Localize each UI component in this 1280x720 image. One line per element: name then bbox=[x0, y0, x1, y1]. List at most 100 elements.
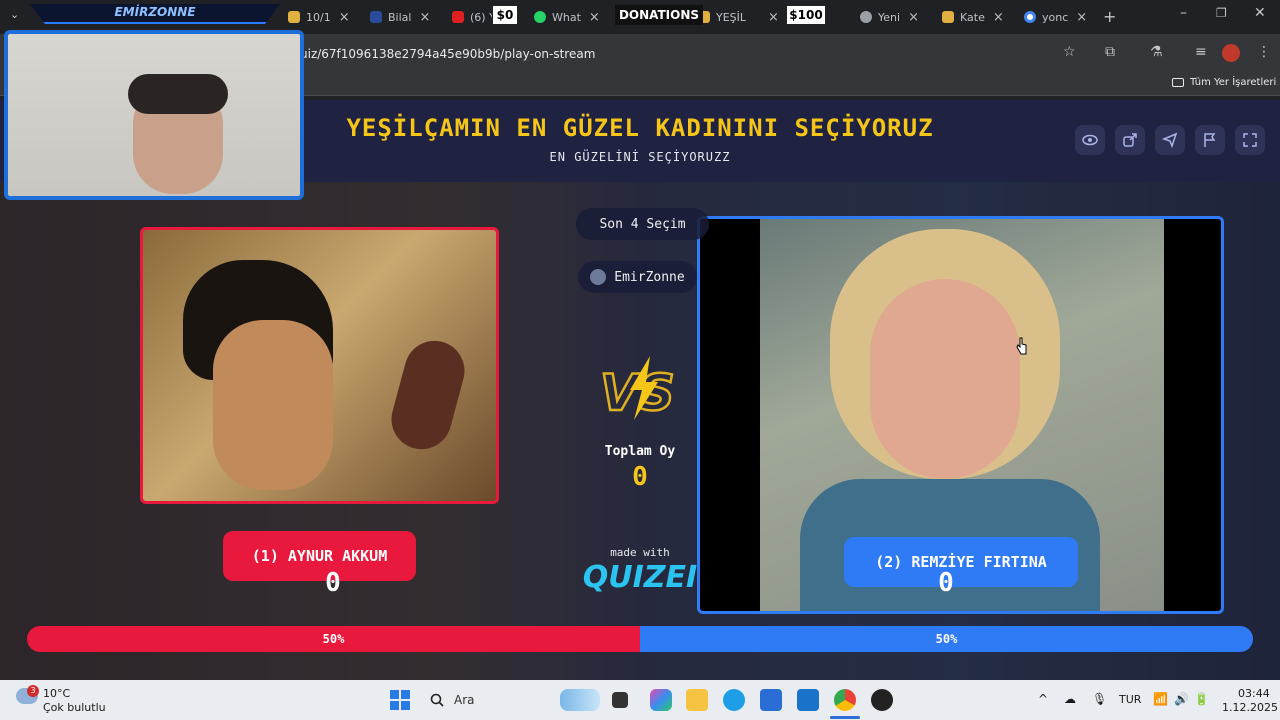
store-icon[interactable] bbox=[760, 689, 782, 711]
obs-icon[interactable] bbox=[871, 689, 893, 711]
close-tab-icon[interactable]: × bbox=[1076, 10, 1087, 25]
tab-label: What bbox=[552, 10, 581, 24]
close-tab-icon[interactable]: × bbox=[908, 10, 919, 25]
microphone-icon[interactable]: 🎙 bbox=[1092, 692, 1107, 706]
quizei-logo[interactable]: QUIZEI bbox=[580, 560, 700, 595]
user-badge[interactable]: EmirZonne bbox=[578, 261, 697, 293]
contestant-2-votes: 0 bbox=[938, 568, 954, 598]
chrome-icon[interactable] bbox=[834, 689, 856, 711]
windows-start-icon[interactable] bbox=[390, 690, 410, 710]
tab-favicon-icon bbox=[370, 11, 382, 23]
minimize-icon[interactable]: – bbox=[1180, 5, 1187, 21]
clock-date[interactable]: 1.12.2025 bbox=[1222, 701, 1278, 714]
task-view-icon[interactable] bbox=[612, 692, 628, 708]
recent-choices-badge[interactable]: Son 4 Seçim bbox=[576, 208, 709, 240]
battery-icon[interactable]: 🔋 bbox=[1194, 692, 1209, 706]
mirror-shape bbox=[384, 334, 472, 456]
folder-icon bbox=[1172, 78, 1184, 87]
report-button[interactable] bbox=[1195, 125, 1225, 155]
close-tab-icon[interactable]: × bbox=[993, 10, 1004, 25]
send-button[interactable] bbox=[1155, 125, 1185, 155]
made-with-label: made with bbox=[610, 546, 670, 559]
flag-icon bbox=[1204, 133, 1216, 147]
browser-tab[interactable]: YEŞİL × bbox=[698, 6, 779, 28]
close-tab-icon[interactable]: × bbox=[419, 10, 430, 25]
browser-tab[interactable]: Yeni × bbox=[860, 6, 919, 28]
share-icon bbox=[1123, 133, 1137, 147]
landscape-widget-icon[interactable] bbox=[560, 689, 600, 711]
clock-time[interactable]: 03:44 bbox=[1238, 687, 1270, 700]
cloud-sync-icon[interactable]: ☁ bbox=[1064, 692, 1076, 706]
volume-icon[interactable]: 🔊 bbox=[1174, 692, 1189, 706]
close-window-icon[interactable]: ✕ bbox=[1254, 5, 1266, 21]
right-percent: 50% bbox=[935, 632, 958, 646]
fullscreen-icon bbox=[1243, 133, 1257, 147]
donation-right-amount: $100 bbox=[786, 5, 826, 25]
search-placeholder: Ara bbox=[454, 693, 475, 707]
share-button[interactable] bbox=[1115, 125, 1145, 155]
total-votes-value: 0 bbox=[632, 462, 648, 492]
tray-expand-icon[interactable]: ^ bbox=[1038, 692, 1048, 706]
browser-tab[interactable]: (6) Y bbox=[452, 6, 496, 28]
tab-search-icon[interactable]: ⌄ bbox=[10, 8, 19, 21]
windows-taskbar: 3 10°C Çok bulutlu Ara ^ ☁ 🎙 TUR 📶 🔊 🔋 0… bbox=[0, 680, 1280, 720]
tab-label: yonc bbox=[1042, 10, 1069, 24]
close-tab-icon[interactable]: × bbox=[589, 10, 600, 25]
mail-icon[interactable] bbox=[797, 689, 819, 711]
close-tab-icon[interactable]: × bbox=[768, 10, 779, 25]
maximize-icon[interactable]: ❐ bbox=[1216, 6, 1227, 20]
fullscreen-button[interactable] bbox=[1235, 125, 1265, 155]
reading-list-icon[interactable]: ≡ bbox=[1195, 44, 1207, 60]
lab-icon[interactable]: ⚗ bbox=[1150, 44, 1163, 60]
webcam-feed bbox=[8, 34, 300, 196]
weather-temp: 10°C bbox=[43, 687, 71, 700]
tab-favicon-icon bbox=[1024, 11, 1036, 23]
webcam-overlay bbox=[4, 30, 304, 200]
username: EmirZonne bbox=[614, 269, 685, 285]
tab-favicon-icon bbox=[288, 11, 300, 23]
tab-label: Yeni bbox=[878, 10, 901, 24]
contestant-1-name: (1) AYNUR AKKUM bbox=[251, 547, 388, 565]
browser-tab[interactable]: yonc × bbox=[1024, 6, 1087, 28]
total-votes-label: Toplam Oy bbox=[604, 444, 676, 459]
left-percent: 50% bbox=[322, 632, 345, 646]
donation-title: DONATIONS bbox=[615, 5, 703, 25]
eye-button[interactable] bbox=[1075, 125, 1105, 155]
weather-badge: 3 bbox=[27, 685, 39, 697]
tab-favicon-icon bbox=[942, 11, 954, 23]
close-tab-icon[interactable]: × bbox=[339, 10, 350, 25]
avatar bbox=[590, 269, 607, 285]
bookmark-star-icon[interactable]: ☆ bbox=[1063, 44, 1076, 60]
tab-label: YEŞİL bbox=[716, 10, 747, 24]
vote-bar-left: 50% bbox=[27, 626, 640, 652]
profile-avatar[interactable] bbox=[1222, 44, 1240, 62]
tab-favicon-icon bbox=[534, 11, 546, 23]
url-field[interactable]: uiz/67f1096138e2794a45e90b9b/play-on-str… bbox=[300, 42, 1090, 66]
search-box[interactable]: Ara bbox=[420, 688, 580, 712]
cam-title: EMİRZONNE bbox=[114, 5, 196, 19]
all-bookmarks-button[interactable]: Tüm Yer İşaretleri bbox=[1172, 77, 1276, 88]
extensions-icon[interactable]: ⧉ bbox=[1105, 44, 1115, 60]
file-explorer-icon[interactable] bbox=[686, 689, 708, 711]
edge-icon[interactable] bbox=[723, 689, 745, 711]
browser-tab[interactable]: 10/1 × bbox=[288, 6, 350, 28]
wifi-icon[interactable]: 📶 bbox=[1153, 692, 1168, 706]
url-text: uiz/67f1096138e2794a45e90b9b/play-on-str… bbox=[300, 47, 596, 61]
new-tab-icon[interactable]: + bbox=[1103, 7, 1116, 26]
tab-label: Bilal bbox=[388, 10, 412, 24]
vote-bar-right: 50% bbox=[640, 626, 1253, 652]
language-indicator[interactable]: TUR bbox=[1119, 693, 1141, 706]
browser-tab[interactable]: Kate × bbox=[942, 6, 1004, 28]
menu-icon[interactable]: ⋮ bbox=[1257, 44, 1271, 60]
hand-cursor-icon bbox=[1016, 337, 1027, 355]
browser-tab[interactable]: What × bbox=[534, 6, 600, 28]
streamer-hair-shape bbox=[128, 74, 228, 114]
browser-tab[interactable]: Bilal × bbox=[370, 6, 430, 28]
copilot-icon[interactable] bbox=[650, 689, 672, 711]
face-shape bbox=[870, 279, 1020, 479]
vs-lightning-icon: VS bbox=[599, 356, 676, 423]
all-bookmarks-label: Tüm Yer İşaretleri bbox=[1190, 77, 1277, 88]
send-icon bbox=[1162, 132, 1178, 148]
tab-favicon-icon bbox=[860, 11, 872, 23]
contestant-1-image[interactable] bbox=[140, 227, 499, 504]
